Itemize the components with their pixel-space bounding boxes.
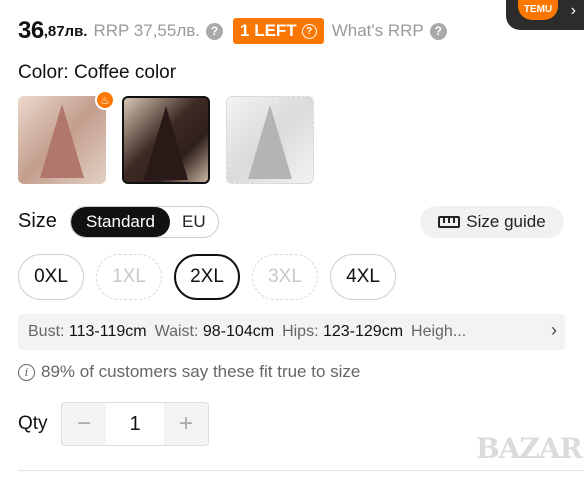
qty-label: Qty [18,413,48,434]
size-options: 0XL 1XL 2XL 3XL 4XL [18,254,396,300]
waist-label: Waist: [154,323,199,340]
hips-value: 123-129cm [322,323,404,340]
size-option-2xl[interactable]: 2XL [174,254,240,300]
size-toggle-eu[interactable]: EU [170,207,218,237]
chevron-right-icon: › [570,2,576,19]
fit-text: 89% of customers say these fit true to s… [41,362,361,381]
bust-label: Bust: [28,323,65,340]
bust-value: 113-119cm [68,323,147,340]
watermark-logo: BAZAR [476,432,583,465]
dress-thumbnail [248,105,292,179]
divider [18,470,584,471]
color-swatch-pink[interactable] [18,96,106,184]
size-guide-label: Size guide [466,212,546,231]
chevron-right-icon: › [547,320,557,341]
price-decimal: ,87лв. [43,22,88,40]
stock-left-label: 1 LEFT [240,21,297,40]
stock-help-icon: ? [301,23,317,39]
quantity-stepper: − 1 + [61,402,209,446]
size-option-0xl[interactable]: 0XL [18,254,84,300]
measurements-bar[interactable]: Bust: 113-119cm Waist: 98-104cm Hips: 12… [18,314,565,350]
whats-rrp-help-icon[interactable]: ? [429,22,447,40]
size-option-4xl[interactable]: 4XL [330,254,396,300]
color-swatch-gray[interactable] [226,96,314,184]
color-swatch-coffee[interactable] [122,96,210,184]
size-option-1xl[interactable]: 1XL [96,254,162,300]
height-label: Heigh... [411,323,467,340]
dress-thumbnail [144,106,188,180]
color-label: Color: Coffee color [18,62,177,83]
hips-label: Hips: [282,323,319,340]
color-swatches [18,96,314,184]
fit-info: i 89% of customers say these fit true to… [18,362,360,382]
rrp-price: RRP 37,55лв. [93,21,201,40]
rrp-help-icon[interactable]: ? [206,22,224,40]
quantity-value[interactable]: 1 [106,403,164,445]
size-system-toggle: Standard EU [70,206,219,238]
size-label: Size [18,210,57,232]
size-toggle-standard[interactable]: Standard [71,207,170,237]
increment-button[interactable]: + [164,403,208,445]
stock-left-badge[interactable]: 1 LEFT ? [233,18,324,44]
size-option-3xl[interactable]: 3XL [252,254,318,300]
ruler-icon [438,216,461,228]
size-guide-button[interactable]: Size guide [420,206,564,238]
hot-icon: ♨ [95,90,115,110]
temu-app-button[interactable]: TEMU › [506,0,584,30]
price-main: 36 [18,17,44,44]
price-row: 36 ,87лв. RRP 37,55лв. ? 1 LEFT ? What's… [18,14,457,48]
waist-value: 98-104cm [202,323,275,340]
decrement-button[interactable]: − [62,403,106,445]
whats-rrp-link[interactable]: What's RRP [332,21,424,41]
temu-logo: TEMU [518,0,558,20]
dress-thumbnail [40,104,84,178]
info-icon: i [18,363,35,381]
